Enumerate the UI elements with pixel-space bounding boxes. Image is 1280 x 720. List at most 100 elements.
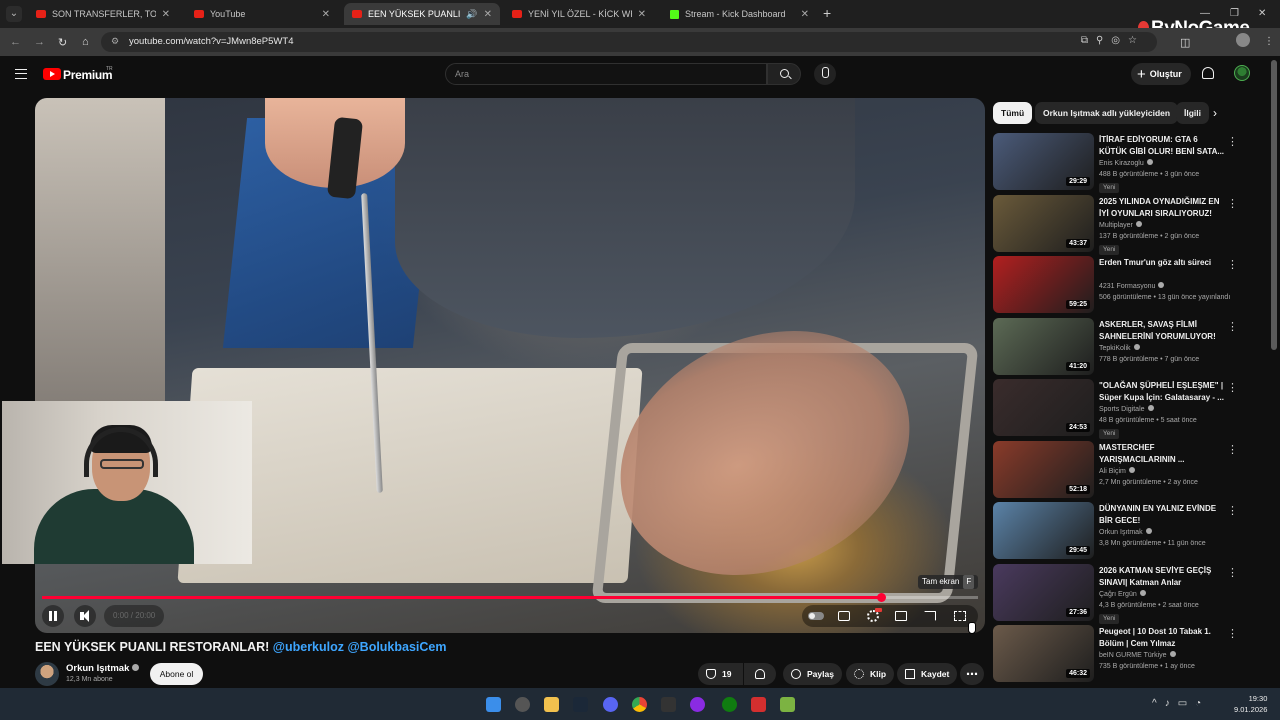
recommended-channel[interactable]: 4231 Formasyonu: [1099, 282, 1165, 290]
notifications-bell-icon[interactable]: [1202, 67, 1214, 79]
close-tab-icon[interactable]: ✕: [162, 9, 170, 20]
recommended-video[interactable]: 27:36 2026 KATMAN SEVİYE GEÇİŞ SINAVI| Ka…: [993, 564, 1258, 624]
browser-tab[interactable]: YENİ YIL ÖZEL - KİCK WRAPPED ✕: [504, 3, 654, 25]
close-window-icon[interactable]: ✕: [1258, 8, 1266, 19]
recommended-title[interactable]: İTİRAF EDİYORUM: GTA 6 KÜTÜK GİBİ OLUR! …: [1099, 134, 1227, 158]
channel-name-row[interactable]: Orkun Işıtmak: [66, 663, 140, 674]
recommended-title[interactable]: "OLAĞAN ŞÜPHELİ EŞLEŞME" | Süper Kupa İç…: [1099, 380, 1227, 404]
tray-chevron-icon[interactable]: ^: [1152, 698, 1165, 709]
recommended-channel[interactable]: TepkiKolik: [1099, 344, 1140, 352]
tray-monitor-icon[interactable]: ▭: [1178, 698, 1195, 709]
recommended-video[interactable]: 41:20 ASKERLER, SAVAŞ FİLMİ SAHNELERİNİ Y…: [993, 318, 1258, 378]
app-green-icon[interactable]: [780, 697, 795, 712]
video-thumbnail[interactable]: 29:29: [993, 133, 1094, 190]
youtube-premium-label[interactable]: Premium: [63, 68, 113, 82]
recommended-channel-name[interactable]: beIN GURME Türkiye: [1099, 652, 1167, 659]
taskbar-clock[interactable]: 19:30 9.01.2026: [1234, 693, 1267, 715]
save-button[interactable]: Kaydet: [897, 663, 958, 685]
more-options-icon[interactable]: ⋮: [1227, 197, 1238, 210]
recommended-video[interactable]: 24:53 "OLAĞAN ŞÜPHELİ EŞLEŞME" | Süper Ku…: [993, 379, 1258, 439]
subscribe-button[interactable]: Abone ol: [150, 663, 203, 685]
reload-icon[interactable]: ↻: [58, 36, 67, 49]
recommended-channel[interactable]: Ali Biçim: [1099, 467, 1135, 475]
recommended-channel[interactable]: Sports Digitale: [1099, 405, 1154, 413]
close-tab-icon[interactable]: ✕: [322, 9, 330, 20]
extensions-icon[interactable]: ◫: [1180, 36, 1190, 49]
search-icon[interactable]: [767, 63, 801, 85]
tray-mic-icon[interactable]: ♪: [1165, 698, 1178, 709]
like-button[interactable]: 19 B: [698, 663, 743, 701]
dislike-button[interactable]: [744, 663, 776, 685]
page-scrollbar[interactable]: [1271, 60, 1277, 350]
recommended-title[interactable]: Peugeot | 10 Dost 10 Tabak 1. Bölüm | Ce…: [1099, 626, 1227, 650]
progress-bar[interactable]: [42, 593, 978, 602]
recommended-video[interactable]: 29:45 DÜNYANIN EN YALNIZ EVİNDE BİR GECE!…: [993, 502, 1258, 562]
close-tab-icon[interactable]: ✕: [484, 9, 492, 20]
recommended-title[interactable]: DÜNYANIN EN YALNIZ EVİNDE BİR GECE!: [1099, 503, 1227, 527]
recommended-channel[interactable]: Orkun Işıtmak: [1099, 528, 1152, 536]
file-explorer-icon[interactable]: [544, 697, 559, 712]
twitch-icon[interactable]: [690, 697, 705, 712]
search-taskbar-icon[interactable]: [515, 697, 530, 712]
chip-related[interactable]: İlgili: [1176, 102, 1209, 124]
recommended-channel[interactable]: beIN GURME Türkiye: [1099, 651, 1176, 659]
install-icon[interactable]: ⧉: [1081, 35, 1096, 46]
tracking-icon[interactable]: ◎: [1111, 35, 1128, 46]
recommended-channel-name[interactable]: Sports Digitale: [1099, 406, 1145, 413]
cast-icon[interactable]: [924, 611, 936, 621]
browser-tab-active[interactable]: EEN YÜKSEK PUANLI RESTO 🔊 ✕: [344, 3, 500, 25]
xbox-icon[interactable]: [722, 697, 737, 712]
recommended-channel-name[interactable]: Orkun Işıtmak: [1099, 529, 1143, 536]
more-actions-icon[interactable]: ⋯: [960, 663, 984, 685]
subtitles-icon[interactable]: [838, 611, 850, 621]
share-button[interactable]: Paylaş: [783, 663, 842, 685]
video-thumbnail[interactable]: 27:36: [993, 564, 1094, 621]
autoplay-toggle[interactable]: [808, 612, 824, 620]
user-avatar[interactable]: [1234, 65, 1250, 81]
windows-start-icon[interactable]: [486, 697, 501, 712]
zoom-icon[interactable]: ⚲: [1096, 35, 1111, 46]
more-options-icon[interactable]: ⋮: [1227, 504, 1238, 517]
recommended-video[interactable]: 52:18 MASTERCHEF YARIŞMACILARININ ... Ali …: [993, 441, 1258, 501]
search-input[interactable]: [455, 67, 755, 81]
app-red-icon[interactable]: [751, 697, 766, 712]
recommended-video[interactable]: 59:25 Erden Tmur'un göz altı süreci 4231 F…: [993, 256, 1258, 316]
video-thumbnail[interactable]: 43:37: [993, 195, 1094, 252]
close-tab-icon[interactable]: ✕: [801, 9, 809, 20]
chip-from-uploader[interactable]: Orkun Işıtmak adlı yükleyiciden: [1035, 102, 1179, 124]
volume-icon[interactable]: [74, 605, 96, 627]
chrome-icon[interactable]: [632, 697, 647, 712]
pause-icon[interactable]: [42, 605, 64, 627]
recommended-video[interactable]: 46:32 Peugeot | 10 Dost 10 Tabak 1. Bölüm…: [993, 625, 1258, 685]
more-options-icon[interactable]: ⋮: [1227, 381, 1238, 394]
more-options-icon[interactable]: ⋮: [1227, 566, 1238, 579]
recommended-channel-name[interactable]: TepkiKolik: [1099, 345, 1131, 352]
site-info-icon[interactable]: ⚙: [111, 36, 119, 47]
recommended-title[interactable]: 2026 KATMAN SEVİYE GEÇİŞ SINAVI| Katman …: [1099, 565, 1227, 589]
chip-all[interactable]: Tümü: [993, 102, 1033, 124]
browser-tab[interactable]: YouTube ✕: [186, 3, 338, 25]
recommended-title[interactable]: MASTERCHEF YARIŞMACILARININ ...: [1099, 442, 1227, 466]
video-thumbnail[interactable]: 41:20: [993, 318, 1094, 375]
recommended-channel[interactable]: Enis Kirazoglu: [1099, 159, 1153, 167]
recommended-channel-name[interactable]: Ali Biçim: [1099, 468, 1126, 475]
close-tab-icon[interactable]: ✕: [638, 9, 646, 20]
recommended-title[interactable]: 2025 YILINDA OYNADIĞIMIZ EN İYİ OYUNLARI…: [1099, 196, 1227, 220]
back-icon[interactable]: ←: [10, 36, 21, 48]
recommended-video[interactable]: 43:37 2025 YILINDA OYNADIĞIMIZ EN İYİ OYU…: [993, 195, 1258, 255]
create-button[interactable]: + Oluştur: [1131, 63, 1191, 85]
recommended-channel-name[interactable]: 4231 Formasyonu: [1099, 283, 1155, 290]
new-tab-icon[interactable]: +: [823, 6, 831, 20]
miniplayer-icon[interactable]: [895, 611, 907, 621]
chevron-right-icon[interactable]: ›: [1213, 106, 1217, 120]
video-thumbnail[interactable]: 46:32: [993, 625, 1094, 682]
steam-icon[interactable]: [573, 697, 588, 712]
channel-avatar[interactable]: [35, 662, 59, 686]
microphone-icon[interactable]: [814, 63, 836, 85]
more-options-icon[interactable]: ⋮: [1227, 320, 1238, 333]
recommended-channel-name[interactable]: Çağrı Ergün: [1099, 591, 1137, 598]
video-thumbnail[interactable]: 29:45: [993, 502, 1094, 559]
more-options-icon[interactable]: ⋮: [1227, 258, 1238, 271]
browser-profile-avatar[interactable]: [1236, 33, 1250, 47]
forward-icon[interactable]: →: [34, 36, 45, 48]
